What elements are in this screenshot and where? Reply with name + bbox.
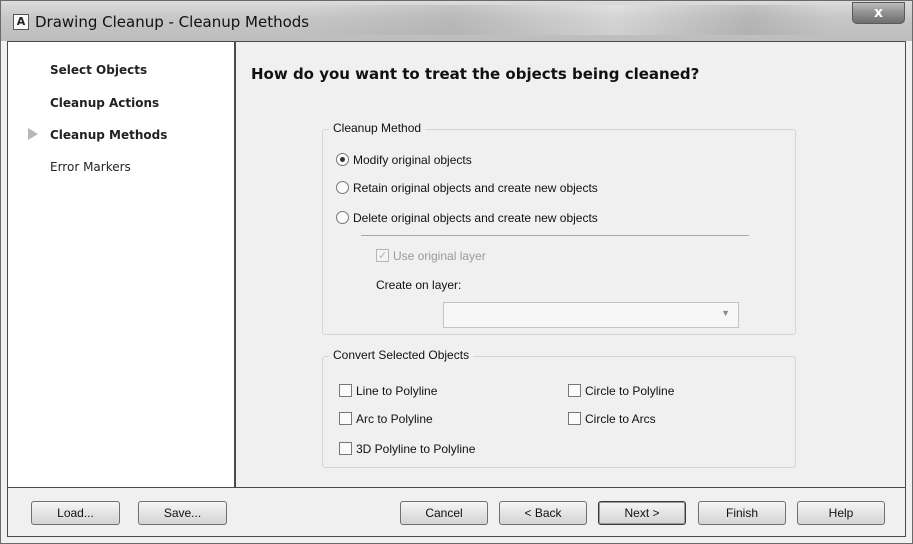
- checkbox[interactable]: [568, 384, 581, 398]
- checkbox-disabled[interactable]: ✓: [376, 249, 389, 263]
- checkbox-label: Arc to Polyline: [356, 412, 433, 426]
- radio-label: Modify original objects: [353, 153, 472, 167]
- convert-selected-group: Convert Selected Objects Line to Polylin…: [322, 348, 796, 468]
- checkbox[interactable]: [339, 384, 352, 398]
- checkbox[interactable]: [339, 412, 352, 426]
- step-cleanup-actions[interactable]: Cleanup Actions: [50, 96, 159, 110]
- convert-selected-group-title: Convert Selected Objects: [329, 348, 474, 362]
- checkbox-label: Line to Polyline: [356, 384, 438, 398]
- load-button[interactable]: Load...: [31, 501, 120, 525]
- radio-button[interactable]: [336, 211, 349, 225]
- radio-label: Delete original objects and create new o…: [353, 211, 598, 225]
- finish-button[interactable]: Finish: [698, 501, 786, 525]
- radio-button[interactable]: [336, 181, 349, 195]
- chevron-down-icon: ▼: [721, 308, 730, 318]
- title-bar[interactable]: A Drawing Cleanup - Cleanup Methods x: [1, 1, 912, 41]
- step-error-markers[interactable]: Error Markers: [50, 160, 131, 174]
- radio-retain-original[interactable]: Retain original objects and create new o…: [336, 180, 598, 196]
- main-panel: How do you want to treat the objects bei…: [236, 42, 905, 487]
- circle-to-arcs-checkbox[interactable]: Circle to Arcs: [568, 411, 656, 427]
- checkbox-label: Use original layer: [393, 249, 486, 263]
- create-on-layer-label: Create on layer:: [376, 278, 462, 292]
- cleanup-method-group-title: Cleanup Method: [329, 121, 426, 135]
- close-button[interactable]: x: [852, 2, 905, 24]
- autocad-map-app-icon: A: [13, 14, 29, 30]
- options-divider: [361, 235, 749, 236]
- radio-button-selected[interactable]: [336, 153, 349, 167]
- dialog-footer: Load... Save... Cancel < Back Next > Fin…: [7, 488, 906, 537]
- checkbox-label: 3D Polyline to Polyline: [356, 442, 476, 456]
- dialog-content: Select Objects Cleanup Actions Cleanup M…: [7, 41, 906, 488]
- wizard-steps-sidebar: Select Objects Cleanup Actions Cleanup M…: [8, 42, 236, 487]
- dialog-window: A Drawing Cleanup - Cleanup Methods x Se…: [0, 0, 913, 544]
- save-button[interactable]: Save...: [138, 501, 227, 525]
- help-button[interactable]: Help: [797, 501, 885, 525]
- radio-delete-original[interactable]: Delete original objects and create new o…: [336, 210, 598, 226]
- next-button[interactable]: Next >: [598, 501, 686, 525]
- circle-to-polyline-checkbox[interactable]: Circle to Polyline: [568, 383, 674, 399]
- create-on-layer-dropdown[interactable]: ▼: [443, 302, 739, 328]
- arc-to-polyline-checkbox[interactable]: Arc to Polyline: [339, 411, 433, 427]
- back-button[interactable]: < Back: [499, 501, 587, 525]
- page-heading: How do you want to treat the objects bei…: [251, 65, 700, 83]
- checkbox-label: Circle to Polyline: [585, 384, 675, 398]
- checkmark-icon: ✓: [378, 249, 388, 263]
- use-original-layer-checkbox[interactable]: ✓ Use original layer: [376, 248, 486, 264]
- step-select-objects[interactable]: Select Objects: [50, 63, 147, 77]
- checkbox[interactable]: [568, 412, 581, 426]
- cancel-button[interactable]: Cancel: [400, 501, 488, 525]
- checkbox-label: Circle to Arcs: [585, 412, 656, 426]
- 3d-polyline-to-polyline-checkbox[interactable]: 3D Polyline to Polyline: [339, 441, 475, 457]
- triangle-right-icon: [28, 128, 38, 140]
- cleanup-method-group: Cleanup Method Modify original objects R…: [322, 121, 796, 335]
- radio-modify-original[interactable]: Modify original objects: [336, 152, 472, 168]
- radio-label: Retain original objects and create new o…: [353, 181, 598, 195]
- window-title: Drawing Cleanup - Cleanup Methods: [35, 13, 310, 31]
- checkbox[interactable]: [339, 442, 352, 456]
- line-to-polyline-checkbox[interactable]: Line to Polyline: [339, 383, 437, 399]
- step-cleanup-methods[interactable]: Cleanup Methods: [50, 128, 167, 142]
